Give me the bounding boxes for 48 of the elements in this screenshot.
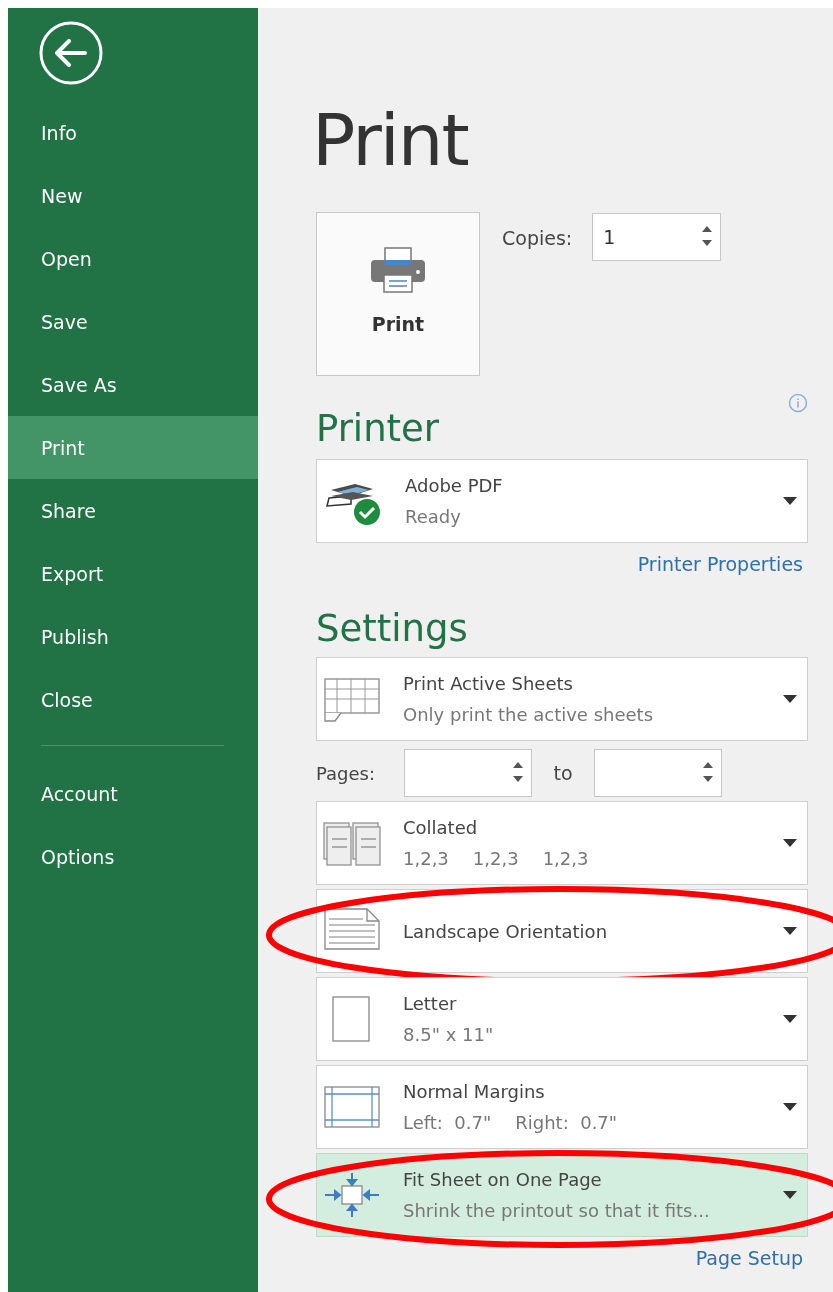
nav-item[interactable]: New <box>8 164 258 227</box>
section-heading: Settings <box>316 606 468 652</box>
nav-item[interactable]: Open <box>8 227 258 290</box>
nav-item[interactable]: Options <box>8 825 258 888</box>
settings-dropdown[interactable]: Letter 8.5" x 11" <box>316 977 808 1061</box>
spin-arrows-icon <box>702 226 713 246</box>
info-icon <box>788 393 808 413</box>
spin-arrows-icon <box>703 762 713 782</box>
dropdown-caret-icon <box>783 927 797 935</box>
dropdown-caret-icon <box>783 1015 797 1023</box>
section-heading: Printer <box>316 406 440 452</box>
nav-item[interactable]: Share <box>8 479 258 542</box>
nav-item[interactable]: Save <box>8 290 258 353</box>
nav-item[interactable]: Account <box>8 762 258 825</box>
nav-item[interactable]: Publish <box>8 605 258 668</box>
margins-icon <box>323 1083 381 1131</box>
settings-dropdown[interactable]: Fit Sheet on One Page Shrink the printout so that it fits... <box>316 1153 808 1237</box>
copies-field[interactable]: 1 <box>592 213 722 261</box>
page-from-field[interactable] <box>404 749 532 797</box>
copies-label: Copies: <box>502 227 573 249</box>
nav-item[interactable]: Export <box>8 542 258 605</box>
dropdown-caret-icon <box>783 1103 797 1111</box>
nav-item[interactable]: Close <box>8 668 258 731</box>
page-setup-link[interactable]: Page Setup <box>695 1247 803 1269</box>
printer-icon <box>368 245 428 295</box>
dropdown-caret-icon <box>783 695 797 703</box>
back-button[interactable] <box>38 20 104 86</box>
settings-dropdown[interactable]: Print Active Sheets Only print the active sheets <box>316 657 808 741</box>
settings-dropdown[interactable]: Normal Margins Left: 0.7" Right: 0.7" <box>316 1065 808 1149</box>
nav-item[interactable]: Print <box>8 416 258 479</box>
dropdown-caret-icon <box>783 1191 797 1199</box>
stacked-pages-icon <box>323 819 381 867</box>
to-label: to <box>552 762 574 784</box>
pages-label: Pages: <box>316 762 377 784</box>
page-title: Print <box>312 100 468 180</box>
settings-dropdown[interactable]: Landscape Orientation <box>316 889 808 973</box>
nav-item[interactable]: Info <box>8 101 258 164</box>
page-to-field[interactable] <box>594 749 722 797</box>
fit-to-page-icon <box>323 1171 381 1219</box>
printer-properties-link[interactable]: Printer Properties <box>637 553 803 575</box>
print-button[interactable]: Print <box>316 212 480 376</box>
grid-icon <box>323 675 381 723</box>
nav-item[interactable]: Save As <box>8 353 258 416</box>
spin-arrows-icon <box>513 762 523 782</box>
dropdown-caret-icon <box>783 839 797 847</box>
dropdown-caret-icon <box>783 497 797 505</box>
settings-dropdown[interactable]: Collated 1,2,3 1,2,3 1,2,3 <box>316 801 808 885</box>
printer-dropdown[interactable]: Adobe PDF Ready <box>316 459 808 543</box>
